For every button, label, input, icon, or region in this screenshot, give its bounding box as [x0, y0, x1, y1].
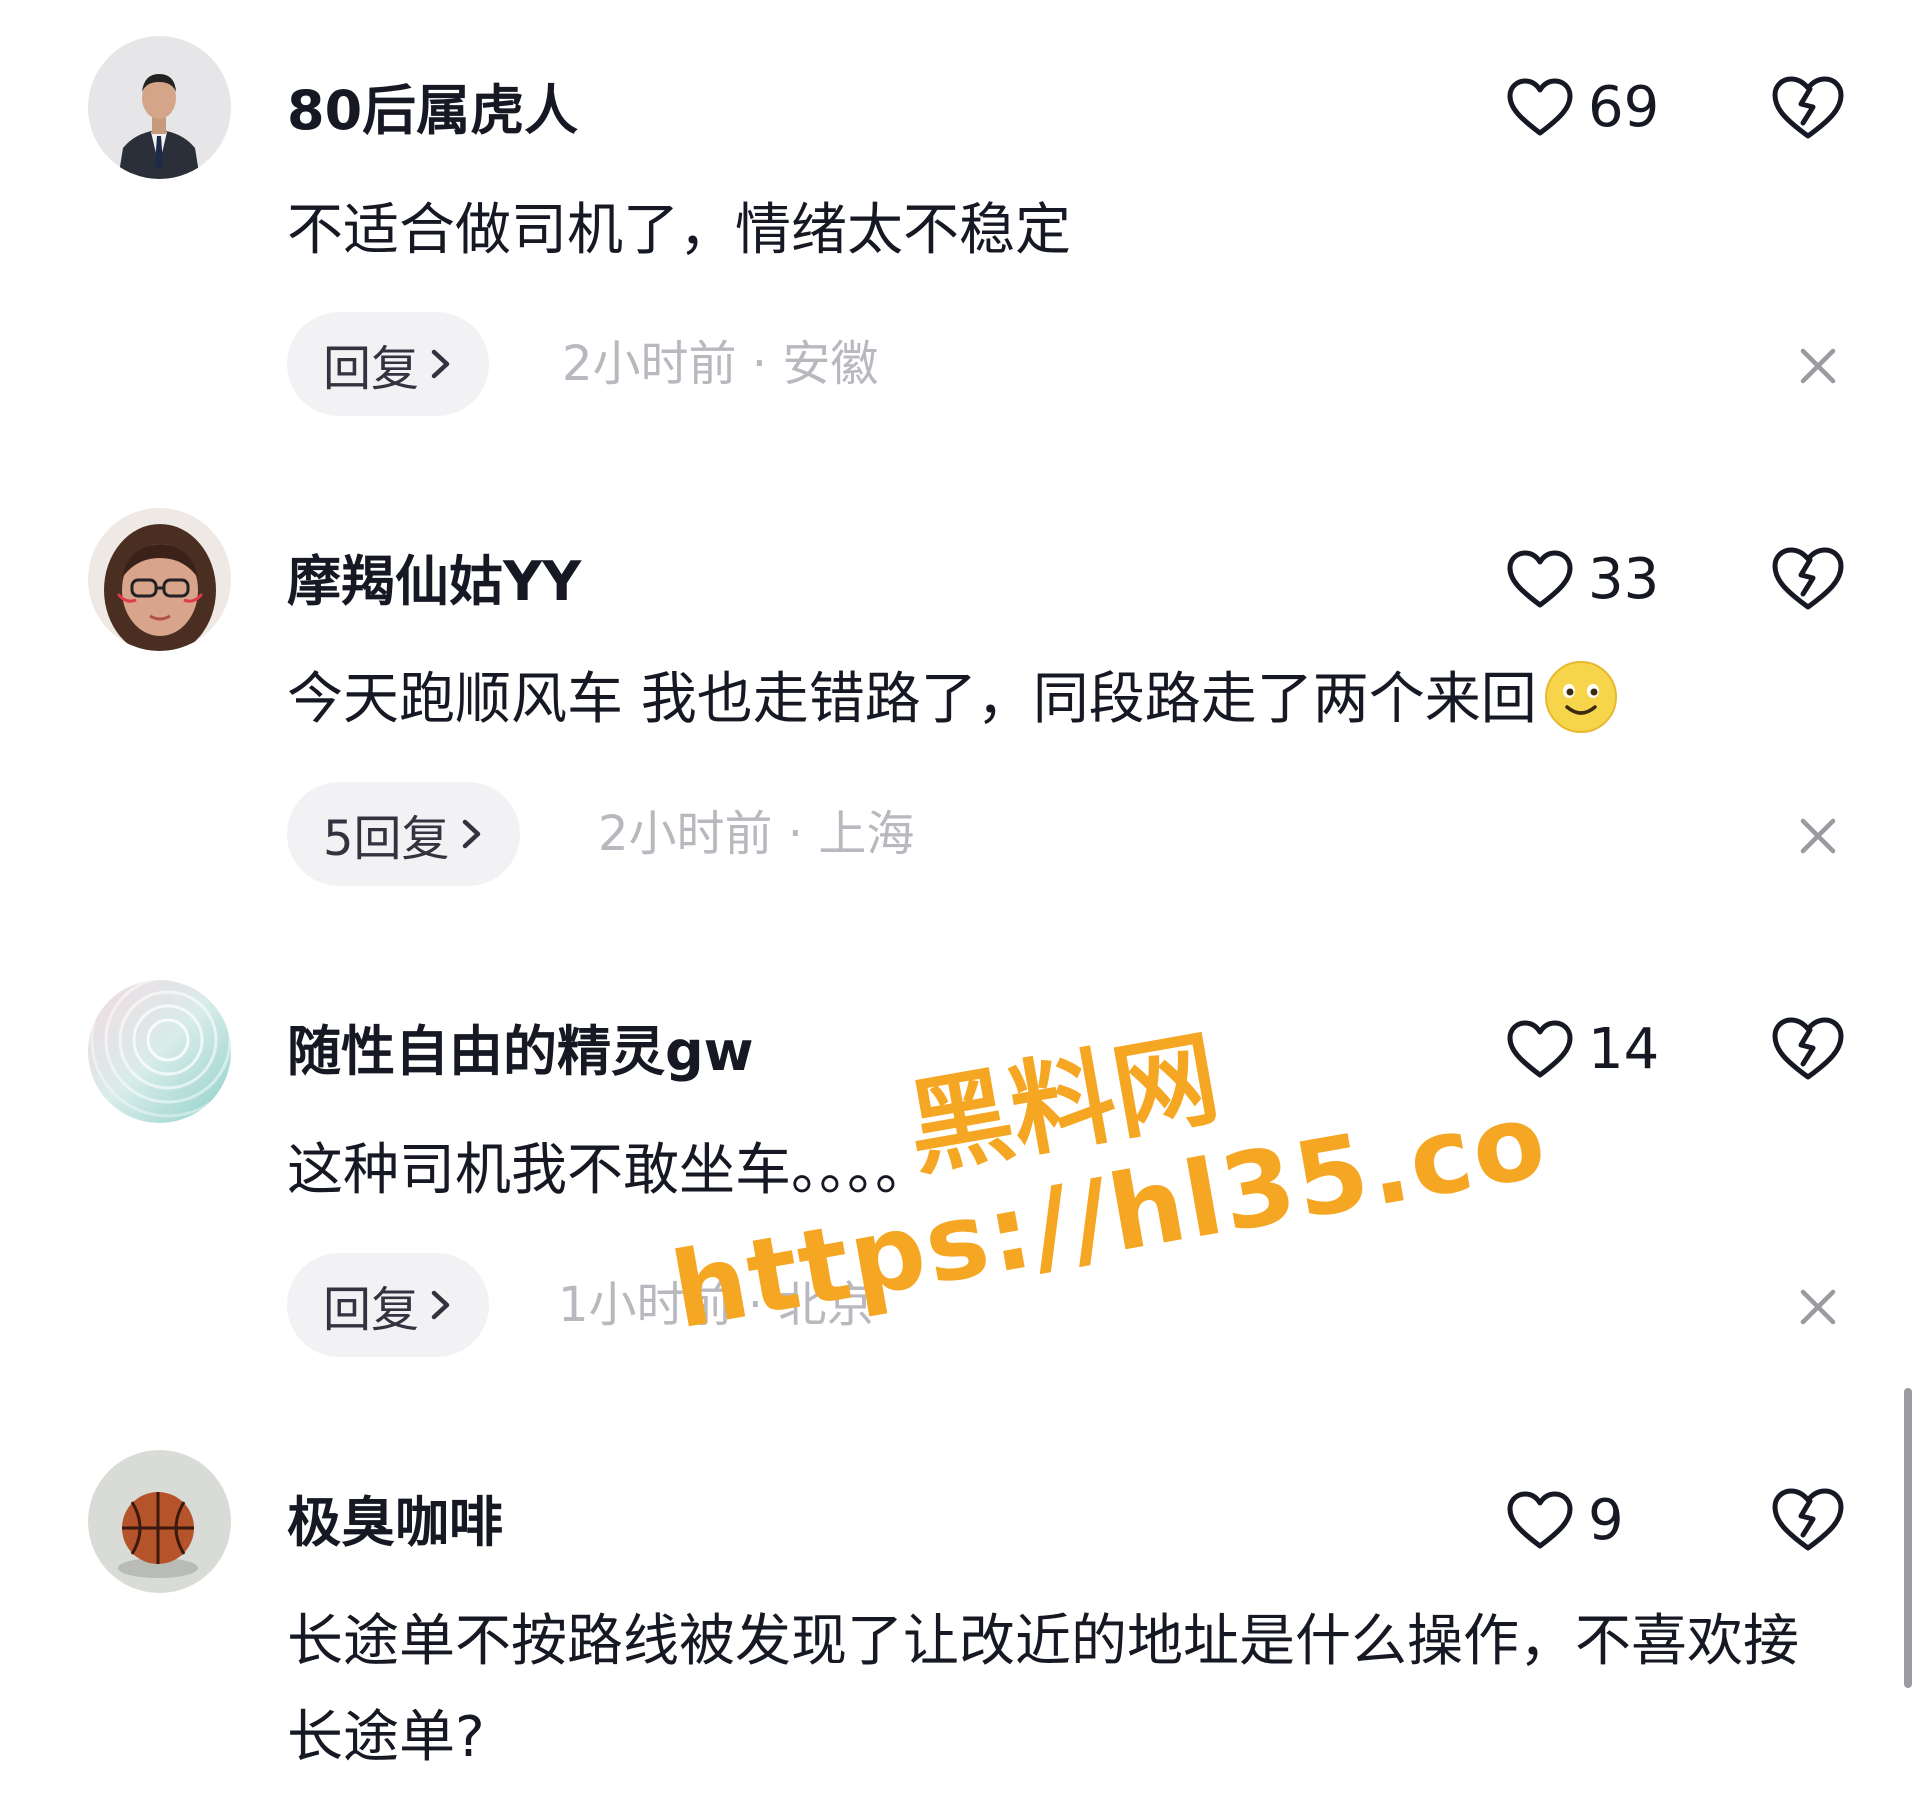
comment-text-content: 今天跑顺风车 我也走错路了，同段路走了两个来回	[287, 667, 1537, 732]
reply-button[interactable]: 5回复	[287, 782, 520, 886]
reply-label: 5回复	[323, 811, 450, 867]
chevron-right-icon	[431, 349, 450, 379]
comment-meta: 2小时前 · 安徽	[562, 336, 879, 392]
reply-button[interactable]: 回复	[287, 1253, 490, 1357]
user-avatar[interactable]	[88, 508, 231, 651]
scrollbar[interactable]	[1904, 1388, 1912, 1688]
username[interactable]: 随性自由的精灵gw	[287, 1025, 754, 1079]
avatar-woman-icon	[88, 508, 231, 651]
reply-label: 回复	[323, 341, 420, 397]
like-count: 9	[1588, 1488, 1624, 1553]
comment-meta: 2小时前 · 上海	[598, 806, 915, 862]
heart-outline-icon	[1507, 1020, 1573, 1078]
like-count: 14	[1588, 1017, 1660, 1082]
user-avatar[interactable]	[88, 1450, 231, 1593]
comment-text: 长途单不按路线被发现了让改近的地址是什么操作，不喜欢接长途单?	[287, 1609, 1799, 1770]
dislike-button[interactable]	[1770, 1016, 1846, 1082]
like-count: 69	[1588, 75, 1660, 140]
dismiss-button[interactable]	[1797, 345, 1839, 387]
chevron-right-icon	[462, 819, 480, 849]
dislike-button[interactable]	[1770, 75, 1846, 141]
like-button[interactable]: 33	[1506, 550, 1659, 610]
like-button[interactable]: 9	[1506, 1491, 1624, 1551]
heart-outline-icon	[1507, 550, 1573, 608]
reply-button[interactable]: 回复	[287, 312, 490, 416]
dismiss-button[interactable]	[1797, 815, 1839, 857]
heart-outline-icon	[1507, 78, 1573, 136]
user-avatar[interactable]	[88, 36, 231, 179]
avatar-swirl-icon	[88, 980, 231, 1123]
like-button[interactable]: 14	[1506, 1020, 1659, 1080]
avatar-man-icon	[88, 36, 231, 179]
chevron-right-icon	[431, 1290, 450, 1320]
close-x-icon	[1800, 348, 1836, 384]
like-count: 33	[1588, 547, 1660, 612]
dismiss-button[interactable]	[1797, 1286, 1839, 1328]
heart-outline-icon	[1507, 1491, 1573, 1549]
comment-text: 这种司机我不敢坐车。。。。	[287, 1138, 931, 1203]
broken-heart-icon	[1772, 547, 1844, 610]
broken-heart-icon	[1772, 76, 1844, 139]
username[interactable]: 极臭咖啡	[287, 1496, 503, 1550]
username[interactable]: 80后属虎人	[287, 84, 578, 138]
username[interactable]: 摩羯仙姑YY	[287, 555, 581, 609]
dislike-button[interactable]	[1770, 1487, 1846, 1553]
dislike-button[interactable]	[1770, 546, 1846, 612]
comment-meta: 1小时前 · 北京	[558, 1277, 875, 1333]
like-button[interactable]: 69	[1506, 78, 1659, 138]
user-avatar[interactable]	[88, 980, 231, 1123]
reply-label: 回复	[323, 1282, 420, 1338]
broken-heart-icon	[1772, 1017, 1844, 1080]
smiling-face-emoji-icon	[1544, 660, 1617, 733]
broken-heart-icon	[1772, 1488, 1844, 1551]
comment-text: 不适合做司机了，情绪太不稳定	[287, 198, 1071, 263]
avatar-basketball-icon	[88, 1450, 231, 1593]
comment-text: 今天跑顺风车 我也走错路了，同段路走了两个来回	[287, 652, 1847, 748]
close-x-icon	[1800, 818, 1836, 854]
close-x-icon	[1800, 1289, 1836, 1325]
